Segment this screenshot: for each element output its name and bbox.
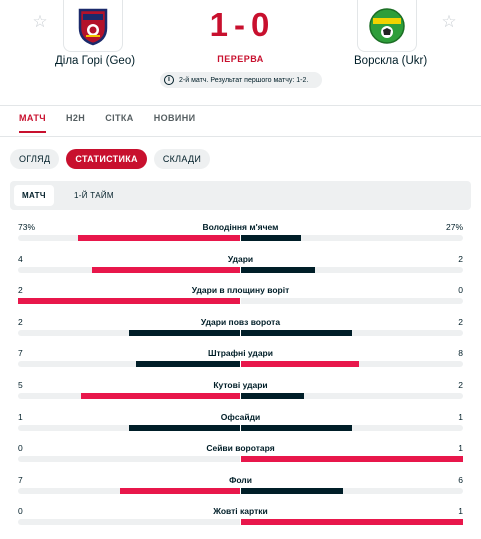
stat-home-bar-track	[18, 266, 240, 273]
stat-away-bar-track	[241, 456, 463, 463]
stat-away-value: 2	[458, 380, 463, 390]
stat-label: Офсайди	[220, 411, 261, 422]
stat-label: Удари повз ворота	[200, 316, 281, 327]
away-score: 0	[251, 6, 272, 43]
stat-home-bar	[120, 487, 240, 494]
stat-label: Удари	[227, 253, 254, 264]
stat-row: 7 Фоли 6	[0, 473, 481, 504]
stat-home-bar-track	[18, 487, 240, 494]
period-tab-match[interactable]: МАТЧ	[14, 185, 54, 206]
stat-label: Жовті картки	[213, 506, 268, 517]
stat-away-value: 0	[458, 285, 463, 296]
stat-away-value: 8	[458, 348, 463, 359]
stat-home-bar-track	[18, 329, 240, 336]
stat-row: 0 Сейви воротаря 1	[0, 441, 481, 472]
match-info-pill: i 2-й матч. Результат першого матчу: 1-2…	[160, 72, 322, 88]
stat-home-bar-track	[18, 235, 240, 241]
stat-home-bar	[129, 424, 240, 431]
stat-label: Штрафні удари	[208, 348, 273, 359]
stat-away-bar	[241, 456, 463, 463]
stat-label: Фоли	[229, 474, 252, 485]
stat-label: Сейви воротаря	[206, 443, 275, 454]
stat-away-bar	[241, 329, 352, 336]
away-team-logo[interactable]	[357, 0, 417, 52]
stat-home-bar-track	[18, 298, 240, 305]
stat-away-bar-track	[241, 298, 463, 305]
stat-away-value: 1	[458, 506, 463, 517]
stat-label: Удари в площину воріт	[191, 285, 290, 296]
stat-row: 4 Удари 2	[0, 252, 481, 283]
stat-row: 2 Удари повз ворота 2	[0, 315, 481, 346]
tab-match[interactable]: МАТЧ	[19, 113, 46, 133]
stat-away-value: 27%	[445, 222, 463, 232]
tab-news[interactable]: НОВИНИ	[154, 113, 196, 133]
subtab-lineups[interactable]: СКЛАДИ	[153, 149, 211, 169]
stat-row: 0 Жовті картки 1	[0, 504, 481, 535]
info-icon: i	[164, 75, 174, 85]
stat-away-bar-track	[241, 235, 463, 241]
stat-away-bar-track	[241, 361, 463, 368]
stat-away-bar	[241, 424, 352, 431]
stat-away-bar-track	[241, 487, 463, 494]
stat-home-bar	[136, 361, 240, 368]
stat-away-value: 1	[458, 443, 463, 454]
stat-home-bar	[129, 329, 240, 336]
stat-away-value: 6	[458, 474, 463, 485]
first-leg-info: 2-й матч. Результат першого матчу: 1-2.	[179, 76, 309, 84]
stat-row: 5 Кутові удари 2	[0, 378, 481, 409]
favorite-away-star-icon[interactable]: ☆	[440, 13, 458, 31]
stat-home-bar	[18, 298, 240, 305]
stat-away-bar-track	[241, 393, 463, 399]
stat-row: 1 Офсайди 1	[0, 410, 481, 441]
stat-away-bar	[241, 519, 463, 526]
stat-away-bar	[241, 487, 344, 494]
header-divider	[0, 105, 481, 106]
stat-away-bar	[241, 235, 301, 241]
stat-row: 7 Штрафні удари 8	[0, 346, 481, 377]
stat-away-bar	[241, 361, 360, 368]
stat-away-bar	[241, 393, 305, 399]
tab-bracket[interactable]: СІТКА	[105, 113, 134, 133]
stat-home-bar-track	[18, 361, 240, 368]
period-tab-first-half[interactable]: 1-Й ТАЙМ	[66, 185, 122, 206]
stat-away-value: 2	[458, 316, 463, 327]
stat-away-bar-track	[241, 424, 463, 431]
stat-home-bar-track	[18, 424, 240, 431]
away-team-name[interactable]: Ворскла (Ukr)	[354, 55, 427, 67]
stat-home-bar-track	[18, 519, 240, 526]
stat-label: Кутові удари	[213, 380, 268, 390]
tabs-divider	[0, 136, 481, 137]
home-score: 1	[209, 6, 230, 43]
stat-row: 73% Володіння м'ячем 27%	[0, 220, 481, 251]
stat-away-value: 1	[458, 411, 463, 422]
stat-away-value: 2	[458, 253, 463, 264]
stat-home-bar-track	[18, 456, 240, 463]
match-header: ☆ Діла Горі (Geo) 1-0 ПЕРЕРВА i 2-й матч…	[0, 0, 481, 100]
stat-home-bar	[92, 266, 240, 273]
sub-tabs: ОГЛЯД СТАТИСТИКА СКЛАДИ	[10, 149, 211, 169]
subtab-overview[interactable]: ОГЛЯД	[10, 149, 60, 169]
stat-away-bar-track	[241, 266, 463, 273]
stat-row: 2 Удари в площину воріт 0	[0, 283, 481, 314]
stat-away-bar-track	[241, 329, 463, 336]
stat-home-bar-track	[18, 393, 240, 399]
stat-home-bar	[81, 393, 240, 399]
stat-away-bar	[241, 266, 315, 273]
main-tabs: МАТЧ H2H СІТКА НОВИНИ	[19, 113, 216, 133]
away-team-crest-icon	[369, 7, 405, 44]
stat-away-bar-track	[241, 519, 463, 526]
stat-label: Володіння м'ячем	[202, 222, 279, 232]
score-separator: -	[234, 6, 247, 43]
period-tabs: МАТЧ 1-Й ТАЙМ	[10, 181, 471, 210]
stat-home-bar	[77, 235, 240, 241]
tab-h2h[interactable]: H2H	[66, 113, 85, 133]
subtab-statistics[interactable]: СТАТИСТИКА	[66, 149, 147, 169]
